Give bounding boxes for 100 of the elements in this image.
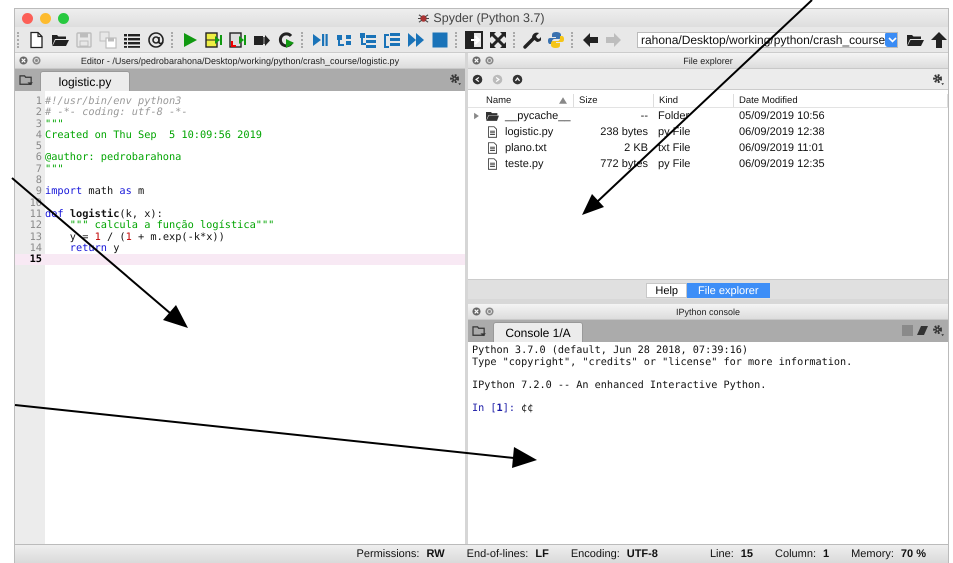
browse-tabs-icon[interactable] xyxy=(19,74,34,86)
line-number: 5 xyxy=(34,141,43,152)
undock-icon[interactable] xyxy=(32,56,41,65)
file-name[interactable]: logistic.py xyxy=(505,126,554,138)
status-label: Memory: xyxy=(851,548,894,560)
line-number: 12 xyxy=(28,220,43,232)
column-header[interactable]: Date Modified xyxy=(734,94,948,107)
expand-arrow-icon[interactable] xyxy=(473,112,480,120)
line-number: 6 xyxy=(34,152,43,164)
code-line: """ xyxy=(45,164,64,176)
settings-icon[interactable] xyxy=(932,324,945,337)
step-return-icon[interactable] xyxy=(383,30,401,48)
pane-title: IPython console xyxy=(676,306,740,316)
status-value: 15 xyxy=(740,548,754,560)
file-size: 238 bytes xyxy=(600,126,648,138)
spider-logo-icon xyxy=(418,12,430,24)
line-number: 9 xyxy=(34,186,43,198)
status-label: Encoding: xyxy=(570,548,620,560)
status-label: End-of-lines: xyxy=(466,548,528,560)
document-icon xyxy=(486,158,499,170)
undock-icon[interactable] xyxy=(485,56,494,65)
pane-title: File explorer xyxy=(683,56,733,66)
status-value: 70 % xyxy=(900,548,926,560)
document-icon xyxy=(486,126,499,138)
console-input[interactable]: ¢¢ xyxy=(520,402,534,414)
window-title: Spyder (Python 3.7) xyxy=(433,11,545,25)
at-sign-icon[interactable] xyxy=(147,30,165,48)
console-output-line: IPython 7.2.0 -- An enhanced Interactive Python. xyxy=(472,380,768,391)
file-name[interactable]: plano.txt xyxy=(505,142,547,154)
folder-icon xyxy=(486,110,499,122)
file-name[interactable]: teste.py xyxy=(505,158,544,170)
console-prompt: In [1]: xyxy=(472,402,515,414)
document-icon xyxy=(486,142,499,154)
pane-tab[interactable]: Help xyxy=(646,283,688,298)
editor-tab[interactable]: logistic.py xyxy=(40,71,130,91)
close-icon[interactable] xyxy=(19,56,28,65)
file-kind: py File xyxy=(658,158,690,170)
status-label: Permissions: xyxy=(356,548,420,560)
line-number: 8 xyxy=(34,175,43,186)
line-number: 2 xyxy=(34,107,43,119)
wrench-icon[interactable] xyxy=(523,30,541,48)
fullscreen-icon[interactable] xyxy=(489,30,507,48)
file-kind: Folder xyxy=(658,110,690,122)
settings-icon[interactable] xyxy=(449,73,462,86)
line-number: 14 xyxy=(28,242,43,254)
play-icon[interactable] xyxy=(181,30,199,48)
pane-title: Editor - /Users/pedrobarahona/Desktop/working/python/crash_course/logistic.py xyxy=(80,56,400,66)
run-cell-advance-icon[interactable] xyxy=(229,30,247,48)
date-modified: 06/09/2019 11:01 xyxy=(739,142,824,154)
line-number: 7 xyxy=(34,164,43,175)
step-into-icon[interactable] xyxy=(359,30,377,48)
console-output-line: Type "copyright", "credits" or "license" for more information. xyxy=(472,356,854,368)
code-line: y = 1 / (1 + m.exp(-k*x)) xyxy=(68,232,225,243)
eraser-icon[interactable] xyxy=(916,325,929,336)
code-line: Created on Thu Sep 5 10:09:56 2019 xyxy=(45,130,262,142)
code-line: """ calcula a função logística""" xyxy=(68,220,274,232)
line-number: 15 xyxy=(28,254,43,266)
file-kind: txt File xyxy=(658,142,690,154)
run-cell-icon[interactable] xyxy=(205,30,223,48)
stop-square-icon[interactable] xyxy=(431,30,449,48)
date-modified: 06/09/2019 12:35 xyxy=(739,158,825,170)
console-tab[interactable]: Console 1/A xyxy=(493,322,583,342)
line-number: 11 xyxy=(28,208,43,220)
left-arrow-icon[interactable] xyxy=(581,30,599,48)
fast-forward-icon[interactable] xyxy=(407,30,425,48)
browse-tabs-icon[interactable] xyxy=(472,324,487,338)
close-icon[interactable] xyxy=(472,56,481,65)
file-size: 2 KB xyxy=(624,142,648,154)
code-line: # -*- coding: utf-8 -*- xyxy=(45,107,188,119)
file-size: -- xyxy=(640,110,648,122)
code-line: #!/usr/bin/env python3 xyxy=(45,96,182,107)
date-modified: 06/09/2019 12:38 xyxy=(739,126,825,138)
python-logo-icon[interactable] xyxy=(547,30,565,48)
line-number: 4 xyxy=(34,130,43,142)
status-value: LF xyxy=(535,548,549,560)
dropdown-arrow-icon[interactable] xyxy=(885,32,897,46)
column-header[interactable]: Name xyxy=(468,94,574,107)
line-number: 13 xyxy=(28,232,43,243)
status-label: Line: xyxy=(710,548,734,560)
settings-icon[interactable] xyxy=(932,73,945,86)
date-modified: 05/09/2019 10:56 xyxy=(739,110,825,122)
status-value: 1 xyxy=(823,548,830,560)
undock-icon[interactable] xyxy=(485,307,494,316)
console-output-line: Python 3.7.0 (default, Jun 28 2018, 07:39:16) xyxy=(472,345,750,356)
status-label: Column: xyxy=(775,548,816,560)
close-window-button[interactable] xyxy=(22,13,33,24)
maximize-pane-icon[interactable] xyxy=(465,30,483,48)
code-line: @author: pedrobarahona xyxy=(45,152,182,164)
up-arrow-icon[interactable] xyxy=(930,30,948,48)
column-header[interactable]: Kind xyxy=(654,94,734,107)
status-value: UTF-8 xyxy=(626,548,658,560)
close-icon[interactable] xyxy=(472,307,481,316)
line-number: 1 xyxy=(34,96,43,107)
line-number: 3 xyxy=(34,118,43,130)
column-header[interactable]: Size xyxy=(574,94,654,107)
code-line: import math as m xyxy=(45,186,144,198)
code-line: """ xyxy=(45,118,64,130)
status-value: RW xyxy=(426,548,445,560)
rerun-icon[interactable] xyxy=(277,30,295,48)
file-name[interactable]: __pycache__ xyxy=(505,110,570,122)
